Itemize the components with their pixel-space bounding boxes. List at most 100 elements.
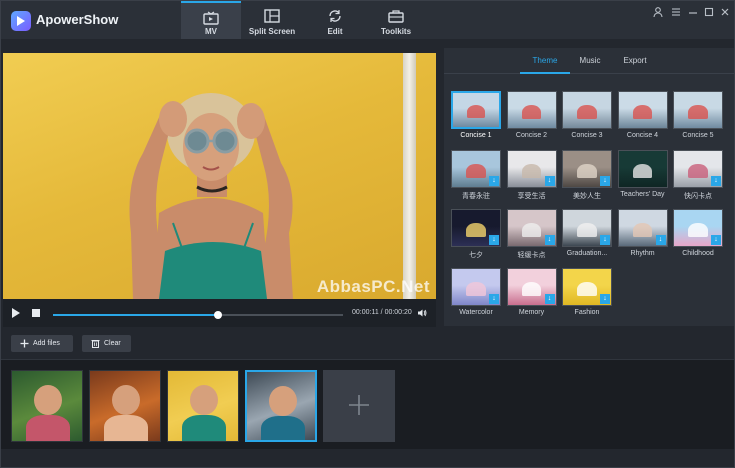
download-icon[interactable]: ↓ bbox=[655, 235, 666, 245]
media-thumbnail[interactable] bbox=[245, 370, 317, 442]
maximize-icon[interactable] bbox=[703, 6, 715, 18]
theme-thumbnail-accent bbox=[521, 281, 542, 296]
theme-item[interactable]: ↓ 享受生活 bbox=[506, 150, 557, 210]
add-media-slot[interactable] bbox=[323, 370, 395, 442]
download-icon[interactable]: ↓ bbox=[711, 235, 721, 245]
theme-thumbnail: ↓ bbox=[506, 209, 557, 247]
title-bar: ApowerShow MV Split Screen Edit Toolkits bbox=[1, 1, 734, 39]
media-thumbnail[interactable] bbox=[89, 370, 161, 442]
panel-tabs: Theme Music Export bbox=[444, 48, 734, 74]
theme-thumbnail-accent bbox=[632, 222, 653, 237]
app-name: ApowerShow bbox=[36, 12, 119, 27]
theme-item[interactable]: Concise 3 bbox=[562, 91, 612, 151]
trash-icon bbox=[91, 340, 100, 348]
download-icon[interactable]: ↓ bbox=[600, 294, 610, 304]
tab-toolkits-label: Toolkits bbox=[380, 27, 412, 36]
theme-thumbnail-accent bbox=[521, 163, 542, 178]
clear-button[interactable]: Clear bbox=[82, 335, 131, 352]
menu-icon[interactable] bbox=[670, 6, 682, 18]
theme-item[interactable]: ↓ Childhood bbox=[673, 209, 723, 269]
media-subject-body bbox=[261, 416, 305, 440]
theme-item[interactable]: ↓ 七夕 bbox=[451, 209, 501, 269]
theme-item[interactable]: ↓ 轻缓卡点 bbox=[506, 209, 557, 269]
tab-edit[interactable]: Edit bbox=[305, 1, 365, 39]
refresh-icon bbox=[329, 10, 341, 22]
download-icon[interactable]: ↓ bbox=[711, 176, 721, 186]
tab-split-screen[interactable]: Split Screen bbox=[242, 1, 302, 39]
minimize-icon[interactable] bbox=[687, 6, 699, 18]
progress-knob[interactable] bbox=[214, 311, 223, 319]
media-thumbnail[interactable] bbox=[11, 370, 83, 442]
media-subject bbox=[269, 386, 297, 416]
theme-item[interactable]: Teachers' Day bbox=[617, 150, 668, 210]
theme-thumbnail-accent bbox=[466, 163, 486, 178]
download-icon[interactable]: ↓ bbox=[489, 235, 499, 245]
media-thumbnail[interactable] bbox=[167, 370, 239, 442]
add-files-button[interactable]: Add files bbox=[11, 335, 73, 352]
tab-music[interactable]: Music bbox=[575, 56, 605, 65]
theme-item[interactable]: Concise 2 bbox=[506, 91, 557, 151]
download-icon[interactable]: ↓ bbox=[489, 176, 499, 186]
media-subject-body bbox=[26, 415, 70, 441]
theme-item[interactable]: ↓ 快闪卡点 bbox=[673, 150, 723, 210]
tab-toolkits[interactable]: Toolkits bbox=[366, 1, 426, 39]
user-icon[interactable] bbox=[652, 6, 664, 18]
theme-item[interactable]: Concise 5 bbox=[673, 91, 723, 151]
theme-item[interactable]: ↓ Graduation... bbox=[562, 209, 612, 269]
download-icon[interactable]: ↓ bbox=[544, 294, 555, 304]
theme-item[interactable]: Concise 1 bbox=[451, 91, 501, 151]
stop-icon[interactable] bbox=[32, 309, 40, 317]
theme-label: Watercolor bbox=[459, 309, 493, 316]
theme-thumbnail-accent bbox=[577, 222, 597, 237]
theme-thumbnail-accent bbox=[577, 281, 597, 296]
tab-theme[interactable]: Theme bbox=[530, 56, 560, 65]
download-icon[interactable]: ↓ bbox=[544, 235, 555, 245]
theme-thumbnail: ↓ bbox=[562, 268, 612, 306]
theme-thumbnail: ↓ bbox=[617, 209, 668, 247]
theme-thumbnail-accent bbox=[466, 104, 486, 119]
progress-track[interactable] bbox=[53, 311, 343, 319]
theme-label: 美妙人生 bbox=[573, 193, 601, 200]
close-icon[interactable] bbox=[719, 6, 731, 18]
theme-label: Concise 5 bbox=[682, 132, 714, 139]
download-icon[interactable]: ↓ bbox=[489, 294, 499, 304]
theme-item[interactable]: ↓ Watercolor bbox=[451, 268, 501, 328]
preview-pipe bbox=[403, 53, 416, 299]
play-icon[interactable] bbox=[12, 308, 20, 318]
theme-item[interactable]: Concise 4 bbox=[617, 91, 668, 151]
theme-thumbnail-accent bbox=[632, 163, 653, 178]
theme-item[interactable]: ↓ Rhythm bbox=[617, 209, 668, 269]
theme-thumbnail: ↓ bbox=[451, 150, 501, 188]
progress-fill bbox=[53, 314, 219, 316]
theme-item[interactable]: ↓ Memory bbox=[506, 268, 557, 328]
theme-thumbnail bbox=[617, 91, 668, 129]
theme-thumbnail-accent bbox=[632, 104, 653, 119]
download-icon[interactable]: ↓ bbox=[544, 176, 555, 186]
split-screen-icon bbox=[264, 9, 280, 23]
media-strip bbox=[1, 359, 734, 449]
theme-thumbnail-accent bbox=[466, 281, 486, 296]
theme-item[interactable]: ↓ Fashion bbox=[562, 268, 612, 328]
theme-label: Childhood bbox=[682, 250, 714, 257]
media-subject bbox=[112, 385, 140, 415]
theme-thumbnail bbox=[451, 91, 501, 129]
theme-thumbnail: ↓ bbox=[673, 209, 723, 247]
theme-label: 青春永驻 bbox=[462, 193, 490, 200]
download-icon[interactable]: ↓ bbox=[600, 235, 610, 245]
tab-export[interactable]: Export bbox=[620, 56, 650, 65]
theme-label: Rhythm bbox=[630, 250, 655, 257]
theme-thumbnail: ↓ bbox=[451, 209, 501, 247]
theme-thumbnail-accent bbox=[577, 163, 597, 178]
theme-thumbnail bbox=[506, 91, 557, 129]
preview-subject-image bbox=[129, 93, 293, 299]
add-files-label: Add files bbox=[33, 340, 60, 347]
download-icon[interactable]: ↓ bbox=[600, 176, 610, 186]
theme-item[interactable]: ↓ 美妙人生 bbox=[562, 150, 612, 210]
video-preview[interactable]: AbbasPC.Net bbox=[3, 53, 436, 299]
volume-icon[interactable] bbox=[417, 308, 427, 318]
toolbox-icon bbox=[388, 10, 404, 23]
active-tab-indicator bbox=[520, 72, 570, 74]
clear-label: Clear bbox=[104, 340, 121, 347]
theme-item[interactable]: ↓ 青春永驻 bbox=[451, 150, 501, 210]
tab-mv[interactable]: MV bbox=[181, 1, 241, 39]
